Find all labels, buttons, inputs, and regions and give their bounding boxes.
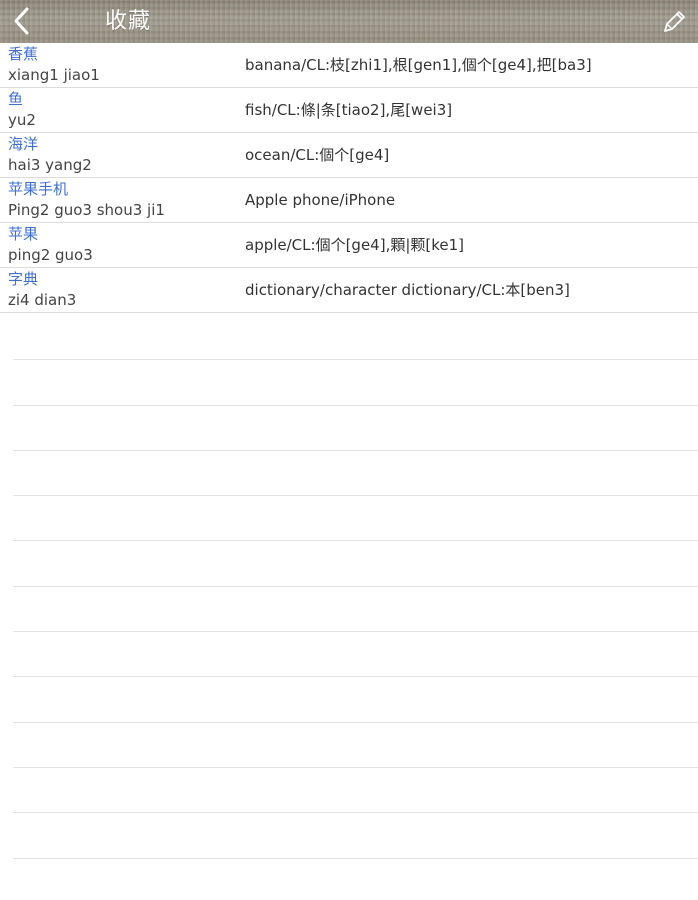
- empty-row: [13, 677, 698, 723]
- favorite-row[interactable]: 海洋 hai3 yang2 ocean/CL:個个[ge4]: [0, 133, 698, 178]
- favorite-row[interactable]: 苹果 ping2 guo3 apple/CL:個个[ge4],顆|颗[ke1]: [0, 223, 698, 268]
- page-title: 收藏: [105, 9, 152, 34]
- favorite-meaning: banana/CL:枝[zhi1],根[gen1],個个[ge4],把[ba3]: [245, 56, 592, 74]
- empty-row: [13, 723, 698, 768]
- empty-row: [13, 315, 698, 361]
- favorite-meaning: ocean/CL:個个[ge4]: [245, 146, 390, 164]
- favorite-hanzi: 苹果: [8, 225, 39, 243]
- chevron-left-icon: [14, 7, 29, 35]
- favorite-pinyin: hai3 yang2: [8, 156, 92, 174]
- favorite-hanzi: 海洋: [8, 135, 39, 153]
- favorite-pinyin: zi4 dian3: [8, 291, 77, 309]
- empty-row: [13, 496, 698, 542]
- empty-row: [13, 632, 698, 678]
- favorite-pinyin: xiang1 jiao1: [8, 66, 100, 84]
- edit-button[interactable]: [658, 6, 690, 38]
- empty-list-area: [13, 315, 698, 859]
- favorite-hanzi: 鱼: [8, 90, 24, 108]
- favorite-pinyin: ping2 guo3: [8, 246, 93, 264]
- favorite-row[interactable]: 字典 zi4 dian3 dictionary/character dictio…: [0, 268, 698, 313]
- favorite-row[interactable]: 鱼 yu2 fish/CL:條|条[tiao2],尾[wei3]: [0, 88, 698, 133]
- empty-row: [13, 768, 698, 814]
- pencil-icon: [664, 11, 685, 32]
- empty-row: [13, 541, 698, 587]
- favorite-meaning: Apple phone/iPhone: [245, 191, 396, 209]
- favorite-meaning: apple/CL:個个[ge4],顆|颗[ke1]: [245, 236, 465, 254]
- empty-row: [13, 813, 698, 859]
- favorite-hanzi: 香蕉: [8, 45, 39, 63]
- empty-row: [13, 587, 698, 633]
- favorites-list: 香蕉 xiang1 jiao1 banana/CL:枝[zhi1],根[gen1…: [0, 43, 698, 313]
- favorite-pinyin: yu2: [8, 111, 36, 129]
- favorite-meaning: fish/CL:條|条[tiao2],尾[wei3]: [245, 101, 453, 119]
- favorite-meaning: dictionary/character dictionary/CL:本[ben…: [245, 281, 570, 299]
- favorite-pinyin: Ping2 guo3 shou3 ji1: [8, 201, 165, 219]
- favorite-row[interactable]: 香蕉 xiang1 jiao1 banana/CL:枝[zhi1],根[gen1…: [0, 43, 698, 88]
- favorite-row[interactable]: 苹果手机 Ping2 guo3 shou3 ji1 Apple phone/iP…: [0, 178, 698, 223]
- empty-row: [13, 406, 698, 451]
- empty-row: [13, 451, 698, 497]
- favorite-hanzi: 字典: [8, 270, 39, 288]
- empty-row: [13, 360, 698, 406]
- favorite-hanzi: 苹果手机: [8, 180, 69, 198]
- navigation-bar: 收藏: [0, 0, 698, 43]
- back-button[interactable]: [4, 2, 40, 40]
